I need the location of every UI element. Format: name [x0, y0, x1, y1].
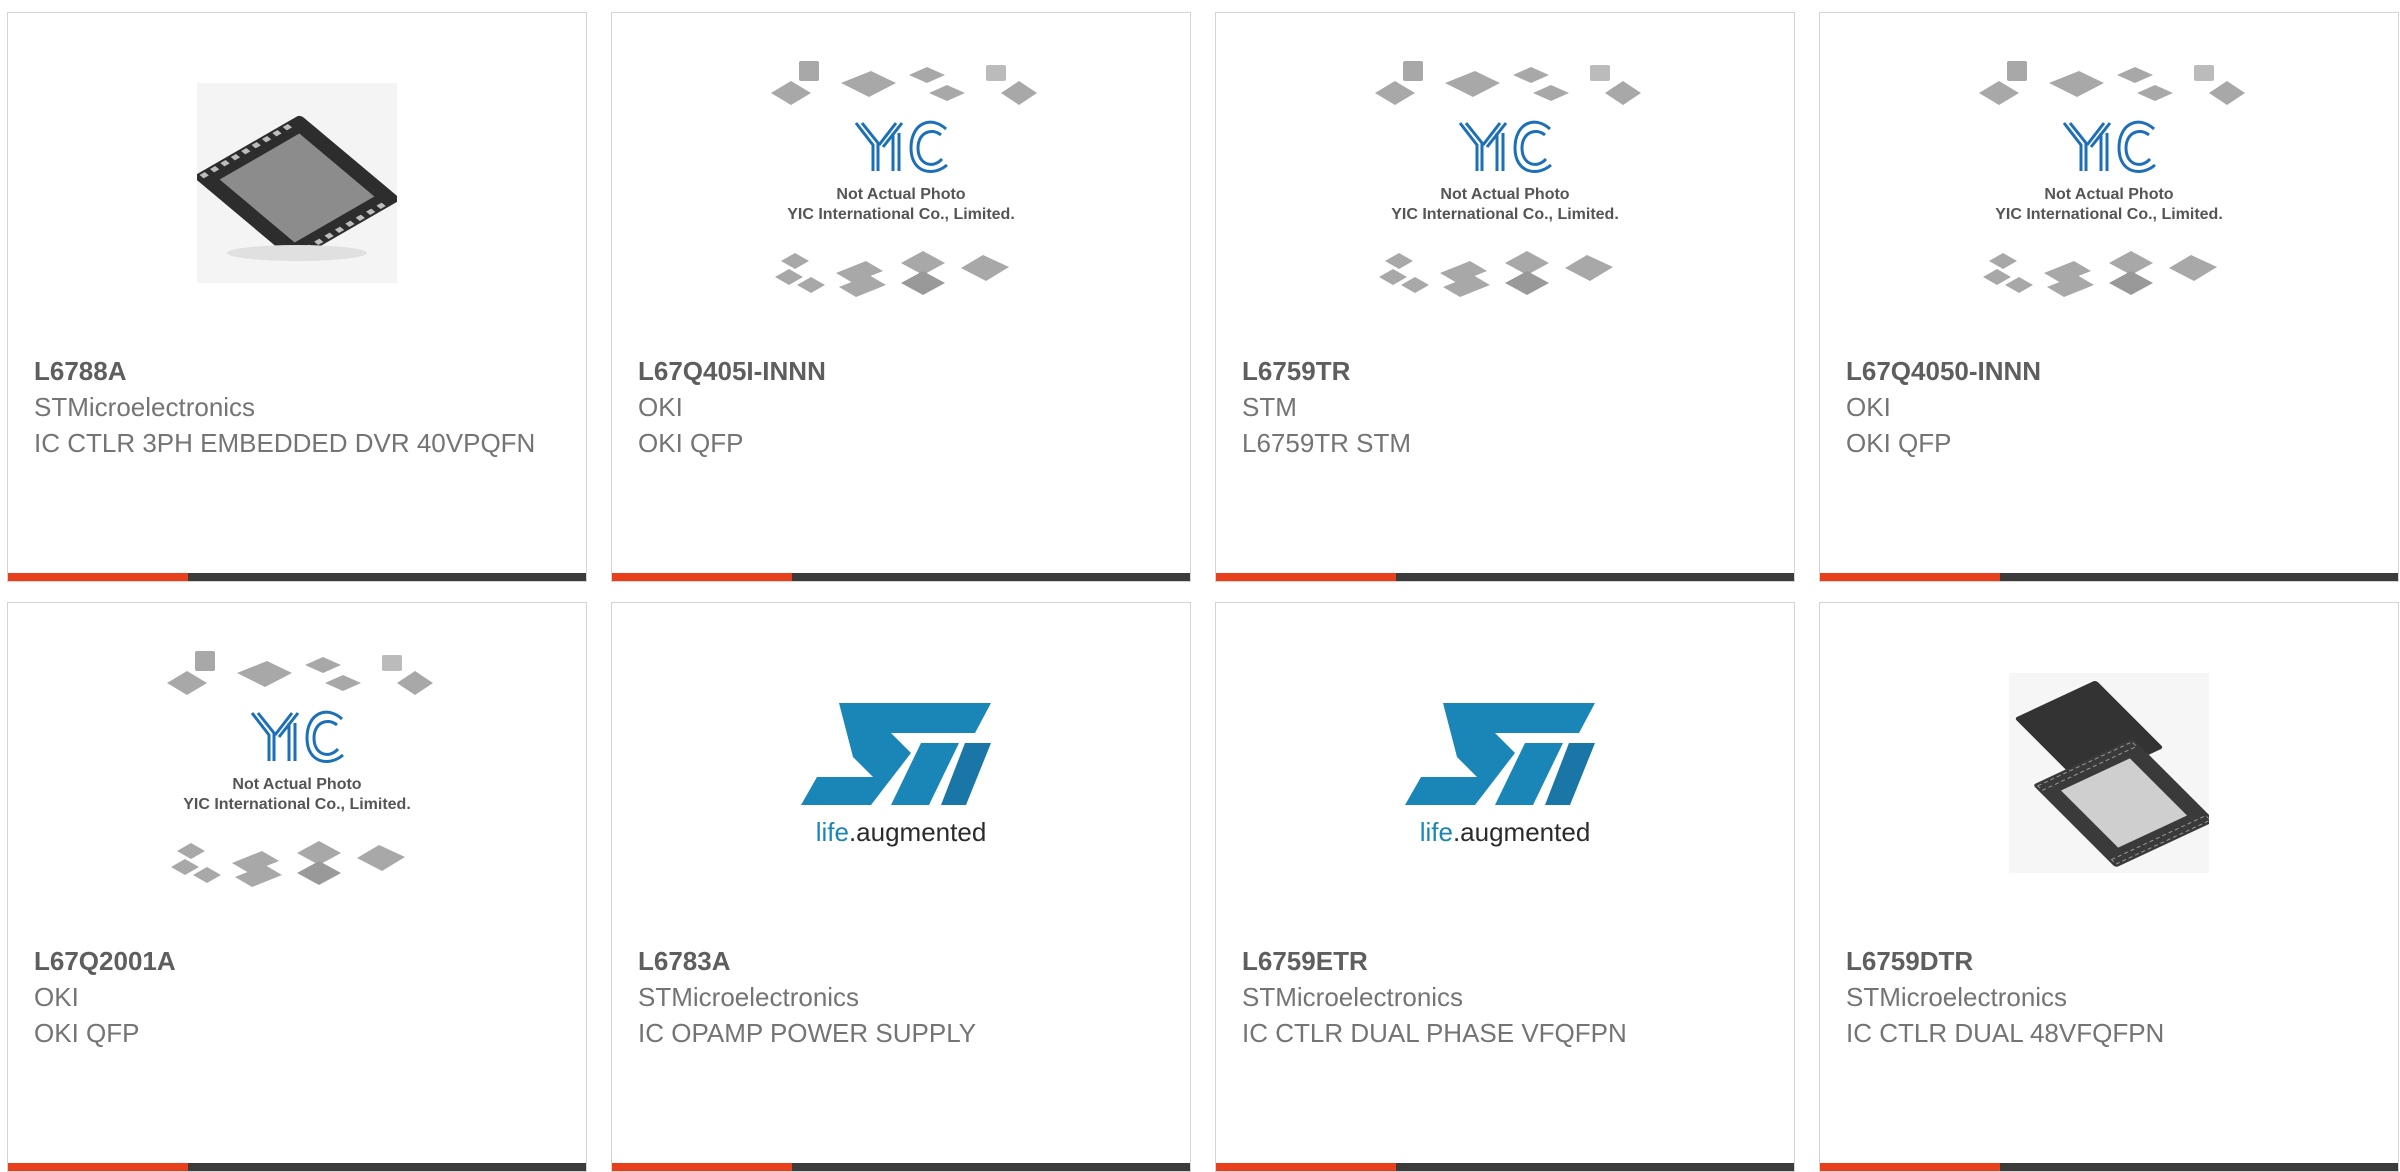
part-number[interactable]: L6788A: [34, 353, 560, 389]
card-footer-bar: [612, 573, 1190, 581]
product-image[interactable]: [1216, 643, 1794, 903]
card-accent: [1216, 573, 1396, 581]
description: IC CTLR DUAL PHASE VFQFPN: [1242, 1018, 1627, 1048]
description: IC CTLR DUAL 48VFQFPN: [1846, 1018, 2165, 1048]
yic-placeholder-icon: [761, 53, 1041, 313]
qfn-chip-icon: [197, 83, 397, 283]
part-number[interactable]: L67Q405I-INNN: [638, 353, 1164, 389]
product-info: L6759TR STM L6759TR STM: [1242, 353, 1768, 461]
description: IC CTLR 3PH EMBEDDED DVR 40VPQFN: [34, 428, 536, 458]
card-footer-bar: [1216, 573, 1794, 581]
st-logo-icon: [1395, 693, 1615, 853]
yic-placeholder-icon: [1365, 53, 1645, 313]
card-accent: [612, 573, 792, 581]
product-image[interactable]: [8, 53, 586, 313]
card-footer-bar: [1216, 1163, 1794, 1171]
manufacturer: STMicroelectronics: [1242, 982, 1464, 1012]
description: OKI QFP: [34, 1018, 140, 1048]
part-number[interactable]: L6783A: [638, 943, 1164, 979]
manufacturer: STMicroelectronics: [638, 982, 860, 1012]
description: OKI QFP: [1846, 428, 1952, 458]
product-info: L67Q2001A OKI OKI QFP: [34, 943, 560, 1051]
product-info: L6788A STMicroelectronics IC CTLR 3PH EM…: [34, 353, 560, 461]
yic-placeholder-icon: [157, 643, 437, 903]
card-accent: [1820, 573, 2000, 581]
yic-placeholder-icon: [1969, 53, 2249, 313]
manufacturer: STMicroelectronics: [1846, 982, 2068, 1012]
product-info: L67Q4050-INNN OKI OKI QFP: [1846, 353, 2372, 461]
product-card[interactable]: L6759TR STM L6759TR STM: [1215, 12, 1795, 582]
part-number[interactable]: L6759ETR: [1242, 943, 1768, 979]
card-accent: [612, 1163, 792, 1171]
product-card[interactable]: L67Q2001A OKI OKI QFP: [7, 602, 587, 1172]
description: IC OPAMP POWER SUPPLY: [638, 1018, 977, 1048]
product-info: L67Q405I-INNN OKI OKI QFP: [638, 353, 1164, 461]
description: OKI QFP: [638, 428, 744, 458]
manufacturer: OKI: [638, 392, 683, 422]
product-info: L6783A STMicroelectronics IC OPAMP POWER…: [638, 943, 1164, 1051]
card-footer-bar: [1820, 573, 2398, 581]
product-info: L6759DTR STMicroelectronics IC CTLR DUAL…: [1846, 943, 2372, 1051]
card-accent: [1820, 1163, 2000, 1171]
product-card[interactable]: L6759DTR STMicroelectronics IC CTLR DUAL…: [1819, 602, 2399, 1172]
qfn-chip-pair-icon: [2009, 673, 2209, 873]
card-accent: [8, 1163, 188, 1171]
part-number[interactable]: L67Q2001A: [34, 943, 560, 979]
card-accent: [1216, 1163, 1396, 1171]
manufacturer: OKI: [1846, 392, 1891, 422]
manufacturer: STMicroelectronics: [34, 392, 256, 422]
card-accent: [8, 573, 188, 581]
product-image[interactable]: [8, 643, 586, 903]
card-footer-bar: [8, 1163, 586, 1171]
product-card[interactable]: L6788A STMicroelectronics IC CTLR 3PH EM…: [7, 12, 587, 582]
part-number[interactable]: L67Q4050-INNN: [1846, 353, 2372, 389]
manufacturer: OKI: [34, 982, 79, 1012]
product-card[interactable]: L67Q405I-INNN OKI OKI QFP: [611, 12, 1191, 582]
product-image[interactable]: [1216, 53, 1794, 313]
manufacturer: STM: [1242, 392, 1297, 422]
product-image[interactable]: [1820, 53, 2398, 313]
st-logo-icon: [791, 693, 1011, 853]
product-info: L6759ETR STMicroelectronics IC CTLR DUAL…: [1242, 943, 1768, 1051]
product-card[interactable]: L6783A STMicroelectronics IC OPAMP POWER…: [611, 602, 1191, 1172]
product-card[interactable]: L67Q4050-INNN OKI OKI QFP: [1819, 12, 2399, 582]
product-image[interactable]: [1820, 643, 2398, 903]
product-image[interactable]: [612, 643, 1190, 903]
card-footer-bar: [612, 1163, 1190, 1171]
product-card[interactable]: L6759ETR STMicroelectronics IC CTLR DUAL…: [1215, 602, 1795, 1172]
card-footer-bar: [8, 573, 586, 581]
part-number[interactable]: L6759TR: [1242, 353, 1768, 389]
description: L6759TR STM: [1242, 428, 1412, 458]
product-grid: L6788A STMicroelectronics IC CTLR 3PH EM…: [7, 12, 2399, 1172]
product-image[interactable]: [612, 53, 1190, 313]
card-footer-bar: [1820, 1163, 2398, 1171]
part-number[interactable]: L6759DTR: [1846, 943, 2372, 979]
